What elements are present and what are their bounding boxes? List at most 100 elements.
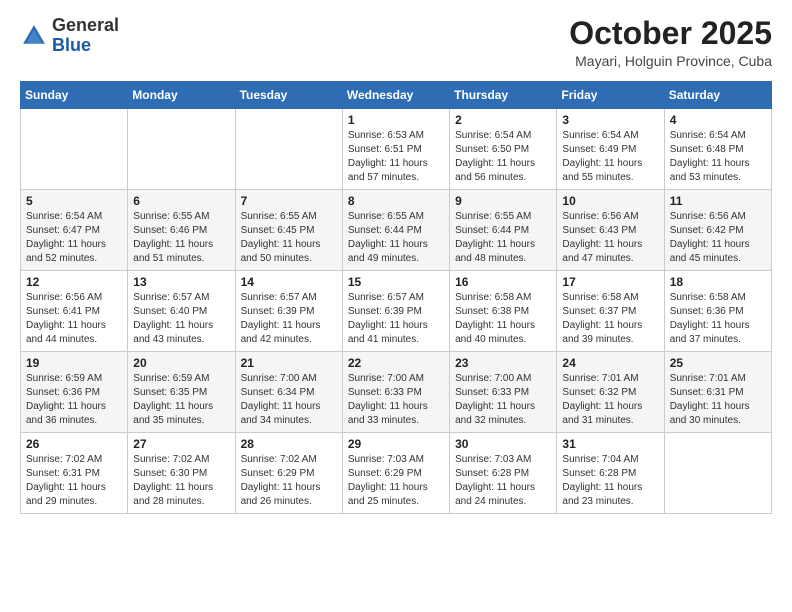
table-row: 11 Sunrise: 6:56 AM Sunset: 6:42 PM Dayli… (664, 190, 771, 271)
table-row (128, 109, 235, 190)
day-info: Sunrise: 6:55 AM Sunset: 6:44 PM Dayligh… (455, 210, 551, 266)
day-number: 9 (455, 194, 551, 208)
table-row (664, 433, 771, 514)
day-number: 7 (241, 194, 337, 208)
table-row: 10 Sunrise: 6:56 AM Sunset: 6:43 PM Dayli… (557, 190, 664, 271)
table-row: 30 Sunrise: 7:03 AM Sunset: 6:28 PM Dayli… (450, 433, 557, 514)
day-number: 4 (670, 113, 766, 127)
logo-blue: Blue (52, 35, 91, 55)
day-number: 3 (562, 113, 658, 127)
table-row: 19 Sunrise: 6:59 AM Sunset: 6:36 PM Dayli… (21, 352, 128, 433)
logo: General Blue (20, 16, 119, 56)
table-row: 22 Sunrise: 7:00 AM Sunset: 6:33 PM Dayli… (342, 352, 449, 433)
month-title: October 2025 (569, 16, 772, 51)
header: General Blue October 2025 Mayari, Holgui… (20, 16, 772, 69)
calendar-table: Sunday Monday Tuesday Wednesday Thursday… (20, 81, 772, 514)
day-info: Sunrise: 7:02 AM Sunset: 6:30 PM Dayligh… (133, 453, 229, 509)
location-subtitle: Mayari, Holguin Province, Cuba (569, 53, 772, 69)
table-row: 16 Sunrise: 6:58 AM Sunset: 6:38 PM Dayli… (450, 271, 557, 352)
table-row: 12 Sunrise: 6:56 AM Sunset: 6:41 PM Dayli… (21, 271, 128, 352)
day-number: 19 (26, 356, 122, 370)
day-number: 13 (133, 275, 229, 289)
day-info: Sunrise: 7:02 AM Sunset: 6:29 PM Dayligh… (241, 453, 337, 509)
logo-general: General (52, 15, 119, 35)
day-info: Sunrise: 6:56 AM Sunset: 6:41 PM Dayligh… (26, 291, 122, 347)
day-number: 31 (562, 437, 658, 451)
table-row: 14Sunrise: 6:57 AM Sunset: 6:39 PM Dayli… (235, 271, 342, 352)
table-row: 18Sunrise: 6:58 AM Sunset: 6:36 PM Dayli… (664, 271, 771, 352)
table-row: 1Sunrise: 6:53 AM Sunset: 6:51 PM Daylig… (342, 109, 449, 190)
day-info: Sunrise: 6:54 AM Sunset: 6:48 PM Dayligh… (670, 129, 766, 185)
calendar-header-row: Sunday Monday Tuesday Wednesday Thursday… (21, 82, 772, 109)
calendar-week-row: 26Sunrise: 7:02 AM Sunset: 6:31 PM Dayli… (21, 433, 772, 514)
header-tuesday: Tuesday (235, 82, 342, 109)
header-sunday: Sunday (21, 82, 128, 109)
day-number: 21 (241, 356, 337, 370)
day-number: 28 (241, 437, 337, 451)
table-row: 9 Sunrise: 6:55 AM Sunset: 6:44 PM Daylig… (450, 190, 557, 271)
table-row: 15 Sunrise: 6:57 AM Sunset: 6:39 PM Dayli… (342, 271, 449, 352)
table-row: 21 Sunrise: 7:00 AM Sunset: 6:34 PM Dayli… (235, 352, 342, 433)
header-thursday: Thursday (450, 82, 557, 109)
table-row: 28 Sunrise: 7:02 AM Sunset: 6:29 PM Dayli… (235, 433, 342, 514)
day-info: Sunrise: 7:03 AM Sunset: 6:28 PM Dayligh… (455, 453, 551, 509)
day-info: Sunrise: 6:56 AM Sunset: 6:43 PM Dayligh… (562, 210, 658, 266)
table-row: 23 Sunrise: 7:00 AM Sunset: 6:33 PM Dayli… (450, 352, 557, 433)
day-number: 14 (241, 275, 337, 289)
day-info: Sunrise: 6:55 AM Sunset: 6:45 PM Dayligh… (241, 210, 337, 266)
table-row: 25 Sunrise: 7:01 AM Sunset: 6:31 PM Dayli… (664, 352, 771, 433)
day-info: Sunrise: 6:58 AM Sunset: 6:38 PM Dayligh… (455, 291, 551, 347)
day-number: 2 (455, 113, 551, 127)
table-row: 13Sunrise: 6:57 AM Sunset: 6:40 PM Dayli… (128, 271, 235, 352)
day-info: Sunrise: 6:54 AM Sunset: 6:47 PM Dayligh… (26, 210, 122, 266)
day-number: 18 (670, 275, 766, 289)
day-number: 24 (562, 356, 658, 370)
day-info: Sunrise: 6:55 AM Sunset: 6:46 PM Dayligh… (133, 210, 229, 266)
day-info: Sunrise: 6:57 AM Sunset: 6:39 PM Dayligh… (348, 291, 444, 347)
day-info: Sunrise: 7:00 AM Sunset: 6:33 PM Dayligh… (455, 372, 551, 428)
table-row: 4 Sunrise: 6:54 AM Sunset: 6:48 PM Daylig… (664, 109, 771, 190)
table-row: 24 Sunrise: 7:01 AM Sunset: 6:32 PM Dayli… (557, 352, 664, 433)
day-info: Sunrise: 6:56 AM Sunset: 6:42 PM Dayligh… (670, 210, 766, 266)
day-number: 22 (348, 356, 444, 370)
header-friday: Friday (557, 82, 664, 109)
day-number: 6 (133, 194, 229, 208)
day-info: Sunrise: 6:53 AM Sunset: 6:51 PM Dayligh… (348, 129, 444, 185)
table-row: 17 Sunrise: 6:58 AM Sunset: 6:37 PM Dayli… (557, 271, 664, 352)
day-number: 23 (455, 356, 551, 370)
day-number: 10 (562, 194, 658, 208)
day-info: Sunrise: 6:59 AM Sunset: 6:36 PM Dayligh… (26, 372, 122, 428)
day-info: Sunrise: 7:00 AM Sunset: 6:33 PM Dayligh… (348, 372, 444, 428)
day-number: 5 (26, 194, 122, 208)
day-number: 8 (348, 194, 444, 208)
table-row: 27Sunrise: 7:02 AM Sunset: 6:30 PM Dayli… (128, 433, 235, 514)
day-number: 30 (455, 437, 551, 451)
table-row: 26Sunrise: 7:02 AM Sunset: 6:31 PM Dayli… (21, 433, 128, 514)
day-number: 16 (455, 275, 551, 289)
day-number: 12 (26, 275, 122, 289)
day-info: Sunrise: 6:59 AM Sunset: 6:35 PM Dayligh… (133, 372, 229, 428)
day-number: 15 (348, 275, 444, 289)
day-number: 17 (562, 275, 658, 289)
calendar-week-row: 19 Sunrise: 6:59 AM Sunset: 6:36 PM Dayli… (21, 352, 772, 433)
day-number: 25 (670, 356, 766, 370)
header-saturday: Saturday (664, 82, 771, 109)
table-row (235, 109, 342, 190)
table-row: 20Sunrise: 6:59 AM Sunset: 6:35 PM Dayli… (128, 352, 235, 433)
table-row: 5 Sunrise: 6:54 AM Sunset: 6:47 PM Daylig… (21, 190, 128, 271)
day-info: Sunrise: 6:54 AM Sunset: 6:50 PM Dayligh… (455, 129, 551, 185)
day-info: Sunrise: 7:00 AM Sunset: 6:34 PM Dayligh… (241, 372, 337, 428)
calendar-week-row: 1Sunrise: 6:53 AM Sunset: 6:51 PM Daylig… (21, 109, 772, 190)
table-row: 31Sunrise: 7:04 AM Sunset: 6:28 PM Dayli… (557, 433, 664, 514)
day-info: Sunrise: 7:01 AM Sunset: 6:32 PM Dayligh… (562, 372, 658, 428)
day-info: Sunrise: 6:55 AM Sunset: 6:44 PM Dayligh… (348, 210, 444, 266)
day-info: Sunrise: 6:58 AM Sunset: 6:37 PM Dayligh… (562, 291, 658, 347)
table-row (21, 109, 128, 190)
logo-text: General Blue (52, 16, 119, 56)
table-row: 6 Sunrise: 6:55 AM Sunset: 6:46 PM Daylig… (128, 190, 235, 271)
page: General Blue October 2025 Mayari, Holgui… (0, 0, 792, 612)
day-info: Sunrise: 7:01 AM Sunset: 6:31 PM Dayligh… (670, 372, 766, 428)
title-block: October 2025 Mayari, Holguin Province, C… (569, 16, 772, 69)
day-number: 11 (670, 194, 766, 208)
header-wednesday: Wednesday (342, 82, 449, 109)
